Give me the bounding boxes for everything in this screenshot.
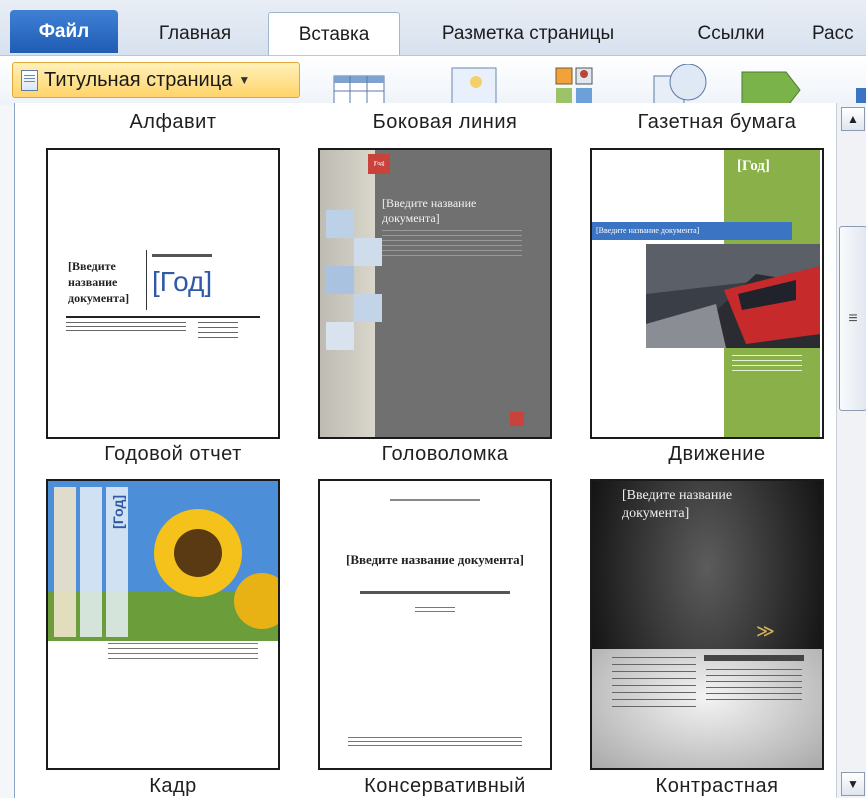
gallery-item-label[interactable]: Газетная бумага <box>587 111 847 134</box>
cover-page-label: Титульная страница <box>44 68 233 91</box>
thumb-square <box>354 294 382 322</box>
thumb-text-lines <box>415 607 455 615</box>
scrollbar-thumb[interactable]: ≡ <box>839 226 866 411</box>
cover-thumb-golovolomka[interactable]: [Год] [Введите название документа] <box>318 148 552 439</box>
thumb-square <box>326 322 354 350</box>
chevron-double-down-icon: ≫ <box>756 621 775 641</box>
thumb-text-lines <box>198 322 238 342</box>
tab-mailings[interactable]: Расс <box>812 12 866 55</box>
table-icon[interactable] <box>330 64 390 104</box>
thumb-square <box>326 266 354 294</box>
clip-art-icon[interactable] <box>552 64 602 104</box>
thumb-text-lines <box>732 355 802 375</box>
thumb-square <box>326 210 354 238</box>
cover-thumb-dvizhenie[interactable]: [Год] [Введите название документа] <box>590 148 824 439</box>
thumb-line <box>360 591 510 594</box>
shapes-icon[interactable] <box>648 64 718 104</box>
cover-thumb-kontrastnaya[interactable]: [Введите название документа] ≫ <box>590 479 824 770</box>
gallery-item-label[interactable]: Консервативный <box>315 775 575 798</box>
tab-insert[interactable]: Вставка <box>268 12 400 56</box>
chart-icon[interactable] <box>846 64 866 104</box>
cover-thumb-godovoy-otchet[interactable]: [Введите название документа] [Год] <box>46 148 280 439</box>
thumb-corner-mark <box>510 412 524 426</box>
thumb-text-lines <box>706 669 802 705</box>
thumb-title: [Введите название документа] <box>382 196 477 225</box>
thumb-title: [Введите название документа] <box>345 552 525 567</box>
thumb-line <box>390 499 480 501</box>
ribbon-tab-bar: Файл Главная Вставка Разметка страницы С… <box>0 0 866 56</box>
smartart-icon[interactable] <box>738 64 804 104</box>
thumb-text-lines <box>348 737 522 747</box>
gallery-item-label[interactable]: Кадр <box>43 775 303 798</box>
thumb-vertical-band <box>54 487 76 637</box>
gallery-item-label[interactable]: Боковая линия <box>315 111 575 134</box>
thumb-text-lines <box>108 643 258 659</box>
thumb-text-lines <box>382 230 522 260</box>
cover-thumb-kadr[interactable]: [Год] <box>46 479 280 770</box>
thumb-title: [Введите название документа] <box>592 222 792 240</box>
thumb-year-box: [Год] <box>368 154 390 174</box>
train-photo-image <box>646 244 820 348</box>
cover-thumb-konservativny[interactable]: [Введите название документа] <box>318 479 552 770</box>
thumb-text-lines <box>612 657 696 707</box>
cover-page-icon <box>21 69 38 91</box>
gallery-scrollbar[interactable]: ▲ ≡ ▼ <box>836 103 866 798</box>
tab-home[interactable]: Главная <box>130 12 260 55</box>
cover-page-button[interactable]: Титульная страница ▼ <box>12 62 300 98</box>
thumb-rule <box>66 316 260 318</box>
thumb-text-lines <box>66 322 186 334</box>
gallery-item-label[interactable]: Контрастная <box>587 775 847 798</box>
gallery-item-label[interactable]: Головоломка <box>315 443 575 466</box>
thumb-line <box>152 254 212 257</box>
thumb-year: [Год] <box>152 266 213 297</box>
thumb-year: [Год] <box>737 158 770 174</box>
ribbon-insert: Титульная страница ▼ <box>0 55 866 106</box>
tab-file[interactable]: Файл <box>10 10 118 53</box>
chevron-down-icon: ▼ <box>238 73 251 87</box>
tab-page-layout[interactable]: Разметка страницы <box>404 12 652 55</box>
gallery-item-label[interactable]: Годовой отчет <box>43 443 303 466</box>
gallery-item-label[interactable]: Движение <box>587 443 847 466</box>
picture-icon[interactable] <box>446 64 502 104</box>
scroll-down-button[interactable]: ▼ <box>841 772 865 796</box>
divider <box>146 250 147 310</box>
gallery-item-label[interactable]: Алфавит <box>43 111 303 134</box>
thumb-title: [Введите название документа] <box>68 259 130 305</box>
thumb-vertical-band <box>80 487 102 637</box>
tab-references[interactable]: Ссылки <box>656 12 806 55</box>
thumb-title: [Введите название документа] <box>622 488 733 521</box>
scroll-up-button[interactable]: ▲ <box>841 107 865 131</box>
document-edge <box>0 105 14 798</box>
cover-page-gallery: Алфавит Боковая линия Газетная бумага [В… <box>14 103 866 798</box>
thumb-year: [Год] <box>110 495 126 529</box>
thumb-square <box>354 238 382 266</box>
thumb-line <box>704 655 804 661</box>
